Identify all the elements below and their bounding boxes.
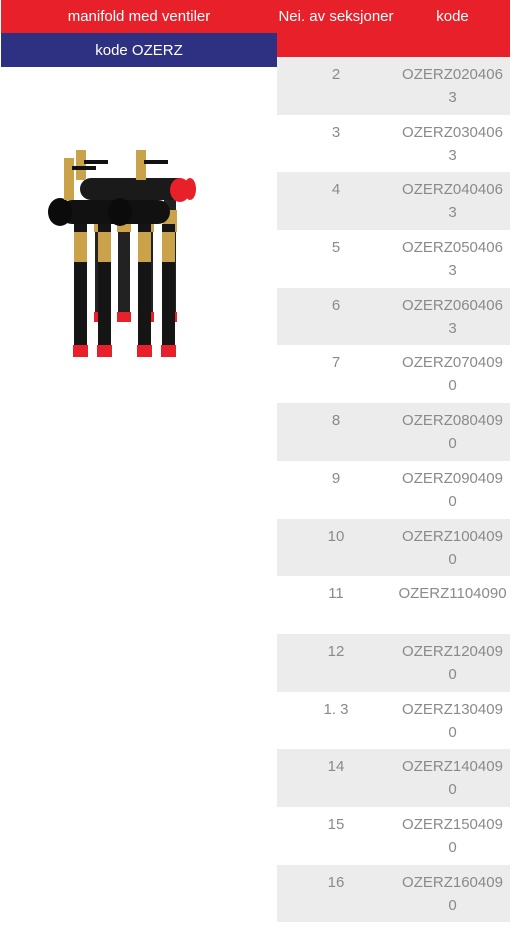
table-row: 12 OZERZ1204090	[277, 633, 510, 692]
manifold-product-image	[48, 150, 196, 357]
cell-code: OZERZ1104090	[398, 585, 507, 603]
table-row: 7 OZERZ0704090	[277, 345, 510, 404]
table-row: 10 OZERZ1004090	[277, 518, 510, 577]
cell-code: OZERZ0904090	[402, 469, 503, 510]
cell-sections: 4	[331, 181, 341, 199]
cell-sections: 16	[327, 873, 345, 891]
cell-sections: 11	[328, 585, 344, 603]
table-row: 14 OZERZ1404090	[277, 749, 510, 807]
cell-sections: 8	[331, 412, 341, 430]
table-row: 4 OZERZ0404063	[277, 172, 510, 231]
cell-code: OZERZ1504090	[402, 815, 503, 856]
table-row: 9 OZERZ0904090	[277, 460, 510, 519]
table-row: 2 OZERZ0204063	[277, 57, 510, 115]
product-code-label: kode OZERZ	[1, 33, 277, 67]
product-title: manifold med ventiler	[1, 0, 277, 33]
cell-sections: 14	[327, 758, 345, 776]
cell-code: OZERZ1604090	[402, 873, 503, 914]
cell-code: OZERZ0404063	[402, 181, 503, 222]
cell-sections: 3	[331, 123, 341, 141]
table-header: Nei. av seksjoner kode	[277, 0, 510, 57]
cell-sections: 5	[331, 239, 341, 257]
table-row: 16 OZERZ1604090	[277, 864, 510, 923]
header-sections: Nei. av seksjoner	[278, 8, 394, 25]
table-row: 1. 3 OZERZ1304090	[277, 691, 510, 750]
cell-sections: 7	[331, 354, 341, 372]
cell-sections: 12	[327, 642, 345, 660]
table-row: 11 OZERZ1104090	[277, 576, 510, 634]
cell-sections: 6	[331, 296, 341, 314]
table-row: 5 OZERZ0504063	[277, 230, 510, 288]
cell-sections: 9	[331, 469, 341, 487]
cell-code: OZERZ1304090	[402, 700, 503, 741]
codes-table: Nei. av seksjoner kode 2 OZERZ0204063 3 OZE…	[277, 0, 510, 923]
cell-code: OZERZ0304063	[402, 123, 503, 164]
cell-code: OZERZ1004090	[402, 527, 503, 568]
cell-sections: 10	[327, 527, 345, 545]
table-row: 3 OZERZ0304063	[277, 114, 510, 173]
header-code: kode	[436, 8, 469, 25]
table-body: 2 OZERZ0204063 3 OZERZ0304063 4 OZERZ0404063 5…	[277, 57, 510, 923]
cell-code: OZERZ0604063	[402, 296, 503, 337]
cell-sections: 1. 3	[323, 700, 349, 718]
cell-sections: 2	[331, 66, 341, 83]
cell-code: OZERZ0804090	[402, 412, 503, 453]
cell-sections: 15	[327, 815, 345, 833]
table-row: 6 OZERZ0604063	[277, 287, 510, 346]
table-row: 8 OZERZ0804090	[277, 403, 510, 461]
cell-code: OZERZ0504063	[402, 239, 503, 280]
cell-code: OZERZ0204063	[402, 66, 503, 106]
cell-code: OZERZ1404090	[402, 758, 503, 799]
table-row: 15 OZERZ1504090	[277, 806, 510, 865]
cell-code: OZERZ1204090	[402, 642, 503, 683]
cell-code: OZERZ0704090	[402, 354, 503, 395]
